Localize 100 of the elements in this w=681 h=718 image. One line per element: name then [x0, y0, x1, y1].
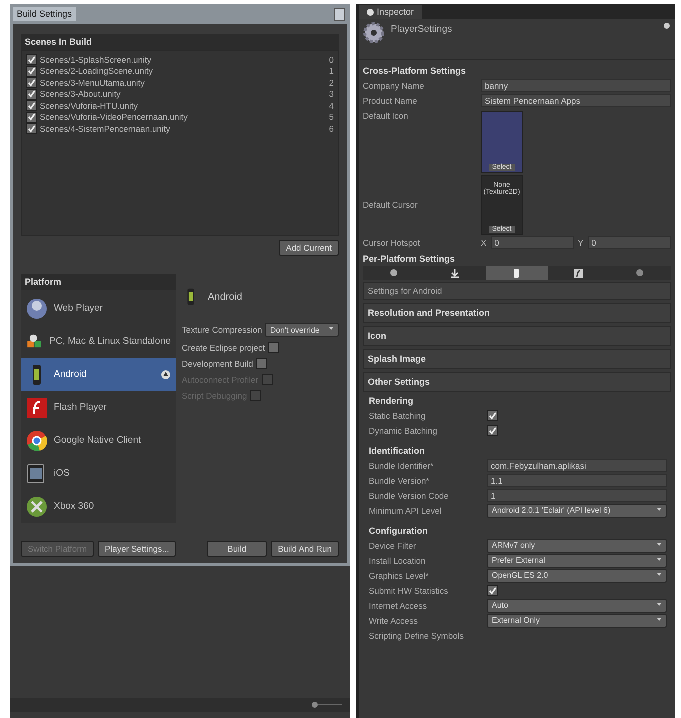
field-label: Dynamic Batching — [369, 426, 439, 436]
number-field[interactable]: 0 — [490, 236, 574, 249]
text-field[interactable]: Sistem Pencernaan Apps — [481, 94, 671, 107]
foldout-header[interactable]: Resolution and Presentation — [363, 303, 671, 323]
platform-item[interactable]: Android — [21, 358, 176, 391]
xbox-icon — [26, 496, 48, 518]
action-button[interactable]: Player Settings... — [98, 541, 176, 557]
checkbox[interactable] — [487, 585, 498, 596]
checkbox[interactable] — [26, 123, 37, 134]
scene-index: 1 — [329, 66, 334, 76]
text-field[interactable]: 1 — [487, 489, 667, 502]
text-field[interactable]: 1.1 — [487, 474, 667, 487]
scene-path[interactable]: Scenes/4-SistemPencernaan.unity — [40, 124, 326, 134]
dropdown-arrow-icon — [657, 618, 662, 624]
dropdown-arrow-icon — [657, 542, 662, 548]
checkbox[interactable] — [26, 88, 37, 100]
platform-title: Android — [208, 292, 242, 302]
foldout-header[interactable]: Icon — [363, 326, 671, 346]
platform-tab[interactable] — [486, 266, 548, 280]
field-label: Static Batching — [369, 410, 427, 420]
scene-path[interactable]: Scenes/2-LoadingScene.unity — [40, 66, 326, 76]
component-title: PlayerSettings — [391, 23, 454, 35]
checkbox[interactable] — [26, 54, 37, 66]
scene-path[interactable]: Scenes/3-MenuUtama.unity — [40, 78, 326, 88]
dropdown[interactable]: Auto — [487, 598, 667, 612]
scene-index: 0 — [329, 54, 334, 65]
checkbox[interactable] — [256, 358, 268, 369]
add-current-button[interactable]: Add Current — [279, 240, 339, 256]
field-label: Bundle Identifier* — [369, 460, 435, 470]
field-label: Company Name — [363, 80, 426, 90]
field-label: Write Access — [369, 616, 419, 626]
section-header: Cross-Platform Settings — [363, 65, 468, 78]
field-label: Internet Access — [369, 600, 428, 610]
text-field[interactable]: com.Febyzulham.aplikasi — [487, 459, 667, 472]
download-icon — [451, 268, 460, 278]
field-label: Graphics Level* — [369, 570, 430, 580]
dropdown[interactable]: Prefer External — [487, 554, 667, 568]
checkbox[interactable] — [487, 410, 498, 421]
scene-index: 3 — [329, 89, 334, 100]
field-label: Scripting Define Symbols — [369, 630, 465, 640]
group-header: Rendering — [369, 395, 415, 408]
section-header: Per-Platform Settings — [363, 253, 456, 266]
platform-item[interactable]: Google Native Client — [21, 424, 176, 457]
gear-icon — [363, 22, 385, 44]
scene-index: 6 — [329, 124, 334, 134]
field-label: Default Cursor — [363, 200, 419, 210]
option-label: Texture Compression — [182, 325, 262, 335]
dropdown[interactable]: ARMv7 only — [487, 538, 667, 552]
checkbox[interactable] — [487, 425, 498, 436]
checkbox[interactable] — [26, 77, 37, 88]
checkbox[interactable] — [268, 342, 280, 353]
number-field[interactable]: 0 — [588, 236, 671, 249]
scene-index: 4 — [329, 100, 334, 111]
flash-icon — [26, 396, 48, 418]
field-label: Submit HW Statistics — [369, 586, 450, 596]
text-field[interactable]: banny — [481, 79, 671, 92]
dropdown[interactable]: Android 2.0.1 'Eclair' (API level 6) — [487, 504, 667, 518]
action-button[interactable]: Build — [207, 541, 268, 557]
slider-icon — [312, 702, 342, 708]
dropdown[interactable]: External Only — [487, 614, 667, 628]
field-label: Cursor Hotspot — [363, 238, 422, 248]
scene-path[interactable]: Scenes/1-SplashScreen.unity — [40, 54, 326, 65]
foldout-header[interactable]: Other Settings — [363, 372, 671, 392]
dropdown-arrow-icon — [657, 602, 662, 608]
scene-path[interactable]: Scenes/Vuforia-VideoPencernaan.unity — [40, 112, 326, 122]
inspector-tab[interactable]: Inspector — [359, 5, 422, 19]
platform-item[interactable]: Xbox 360 — [21, 490, 176, 523]
platform-item[interactable]: iOS — [21, 457, 176, 490]
field-label: Default Icon — [363, 111, 410, 123]
section-header: Scenes In Build — [21, 34, 339, 50]
action-button[interactable]: Build And Run — [271, 541, 339, 557]
section-header: Platform — [21, 274, 176, 290]
platform-item[interactable]: Flash Player — [21, 391, 176, 424]
scene-path[interactable]: Scenes/3-About.unity — [40, 89, 326, 100]
platform-item[interactable]: PC, Mac & Linux Standalone — [21, 325, 176, 358]
field-label: Bundle Version Code — [369, 490, 450, 500]
field-label: Device Filter — [369, 540, 418, 550]
field-label: Product Name — [363, 96, 418, 106]
dropdown-arrow-icon — [657, 572, 662, 578]
scene-index: 5 — [329, 112, 334, 122]
window-title: Build Settings — [13, 7, 76, 21]
foldout-header[interactable]: Splash Image — [363, 349, 671, 369]
group-header: Configuration — [369, 525, 429, 538]
scene-index: 2 — [329, 78, 334, 88]
dropdown[interactable]: OpenGL ES 2.0 — [487, 568, 667, 582]
checkbox[interactable] — [26, 100, 37, 112]
option-label: Create Eclipse project — [182, 342, 266, 352]
axis-label: X — [481, 238, 487, 248]
platform-item[interactable]: Web Player — [21, 292, 176, 325]
dropdown-arrow-icon — [657, 558, 662, 564]
scene-path[interactable]: Scenes/Vuforia-HTU.unity — [40, 100, 326, 111]
field-label: Install Location — [369, 556, 427, 566]
phone-icon — [514, 268, 520, 278]
close-button[interactable] — [334, 8, 345, 20]
settings-title: Settings for Android — [363, 282, 671, 300]
checkbox[interactable] — [26, 112, 37, 123]
dropdown[interactable]: Don't override — [265, 323, 339, 337]
axis-label: Y — [578, 238, 584, 248]
checkbox[interactable] — [26, 66, 37, 77]
option-label: Development Build — [182, 358, 254, 368]
